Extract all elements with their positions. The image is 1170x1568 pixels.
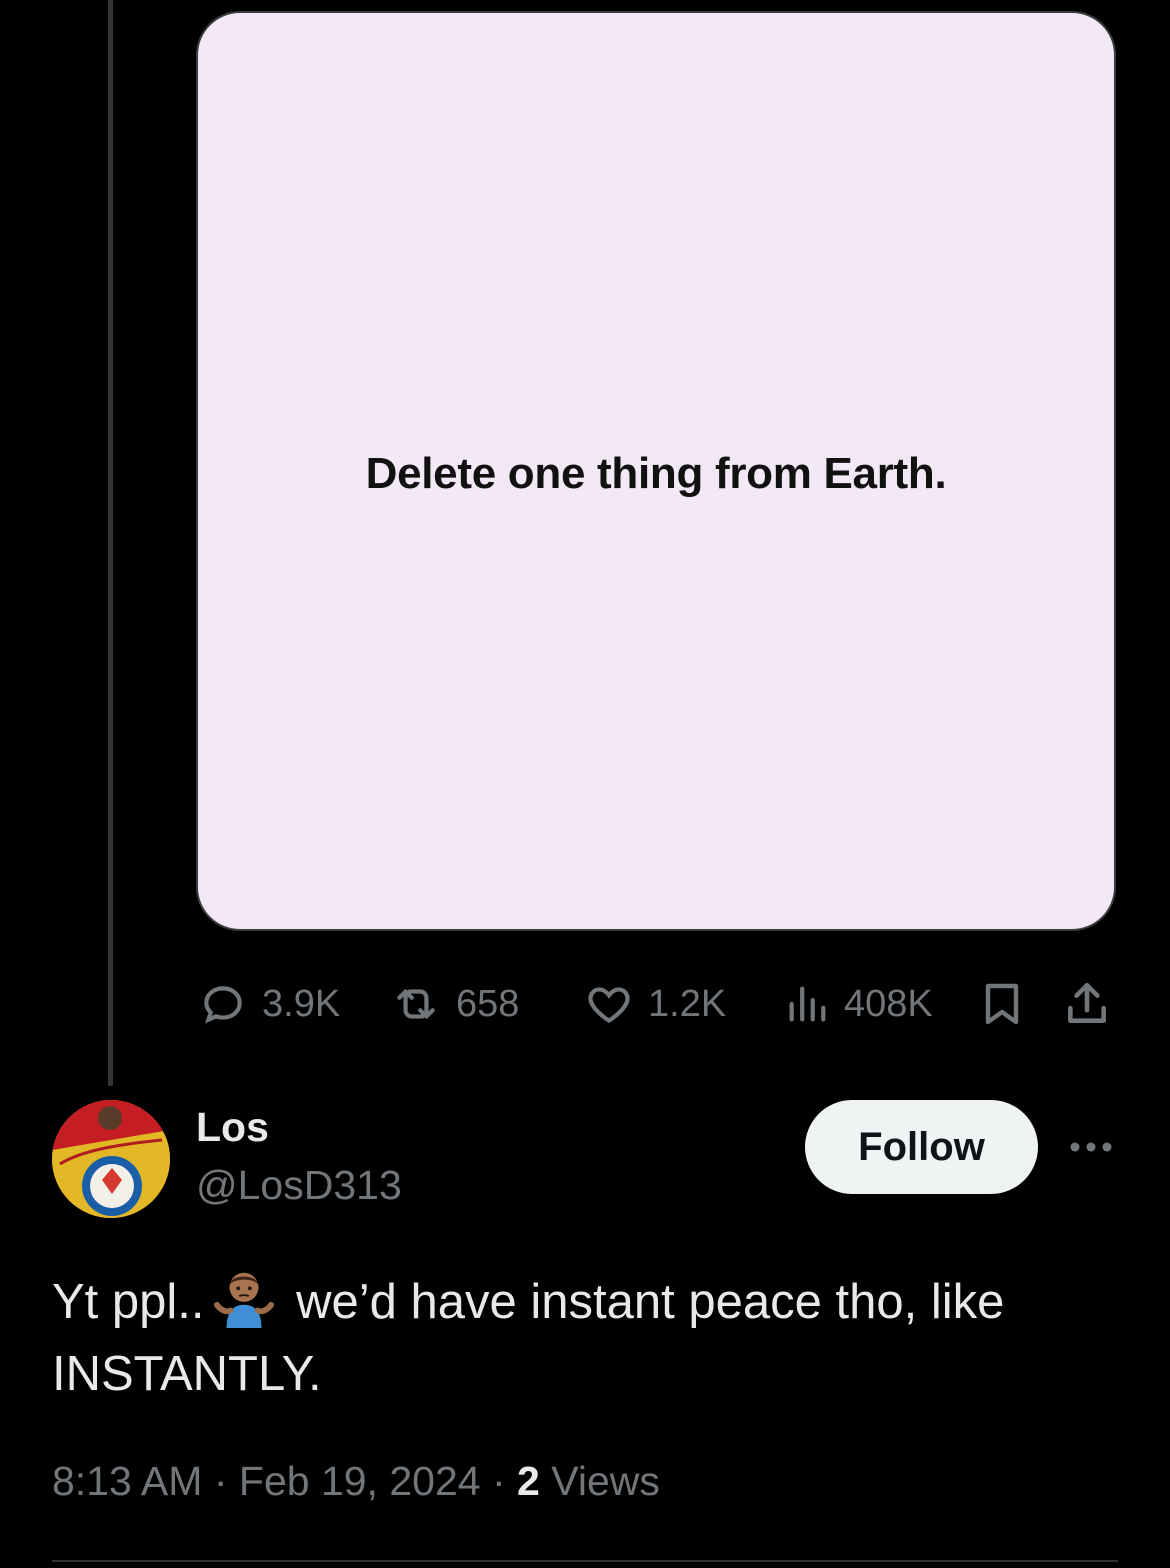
tweet-views-count: 2 bbox=[517, 1458, 540, 1504]
meta-separator: · bbox=[491, 1458, 506, 1504]
divider bbox=[52, 1560, 1118, 1562]
reply-button[interactable]: 3.9K bbox=[198, 974, 340, 1034]
media-caption-text: Delete one thing from Earth. bbox=[365, 449, 947, 498]
views-icon bbox=[789, 986, 826, 1022]
repost-icon bbox=[397, 989, 435, 1019]
tweet-time[interactable]: 8:13 AM bbox=[52, 1458, 202, 1504]
more-options-icon[interactable] bbox=[1068, 1132, 1114, 1162]
thread-connector-line bbox=[108, 0, 113, 1086]
man-shrugging-emoji-icon bbox=[213, 1272, 274, 1328]
avatar-logo-icon bbox=[52, 1100, 170, 1218]
bookmark-button[interactable] bbox=[978, 974, 1026, 1034]
share-button[interactable] bbox=[1062, 974, 1112, 1034]
tweet-media-image[interactable]: Delete one thing from Earth. bbox=[196, 11, 1116, 931]
reply-icon bbox=[204, 986, 242, 1024]
like-icon bbox=[588, 987, 630, 1024]
repost-button[interactable]: 658 bbox=[390, 974, 519, 1034]
views-count: 408K bbox=[844, 982, 933, 1025]
reply-count: 3.9K bbox=[262, 982, 341, 1025]
tweet-text-part-1: Yt ppl.. bbox=[52, 1275, 205, 1329]
tweet-text: Yt ppl.. we’d have instant peace tho, li… bbox=[52, 1266, 1132, 1410]
author-name[interactable]: Los bbox=[196, 1104, 269, 1151]
tweet-meta: 8:13 AM · Feb 19, 2024 · 2 Views bbox=[52, 1458, 660, 1505]
like-count: 1.2K bbox=[648, 982, 727, 1025]
author-handle[interactable]: @LosD313 bbox=[196, 1162, 402, 1209]
tweet-action-bar: 3.9K 658 1.2K 408K bbox=[196, 974, 1116, 1034]
share-icon bbox=[1068, 982, 1106, 1023]
tweet-date[interactable]: Feb 19, 2024 bbox=[239, 1458, 481, 1504]
like-button[interactable]: 1.2K bbox=[584, 974, 726, 1034]
views-button[interactable]: 408K bbox=[784, 974, 933, 1034]
follow-button[interactable]: Follow bbox=[805, 1100, 1038, 1194]
meta-separator: · bbox=[213, 1458, 228, 1504]
avatar[interactable] bbox=[52, 1100, 170, 1218]
tweet-views-label: Views bbox=[551, 1458, 660, 1504]
bookmark-icon bbox=[985, 983, 1019, 1025]
repost-count: 658 bbox=[456, 982, 520, 1025]
